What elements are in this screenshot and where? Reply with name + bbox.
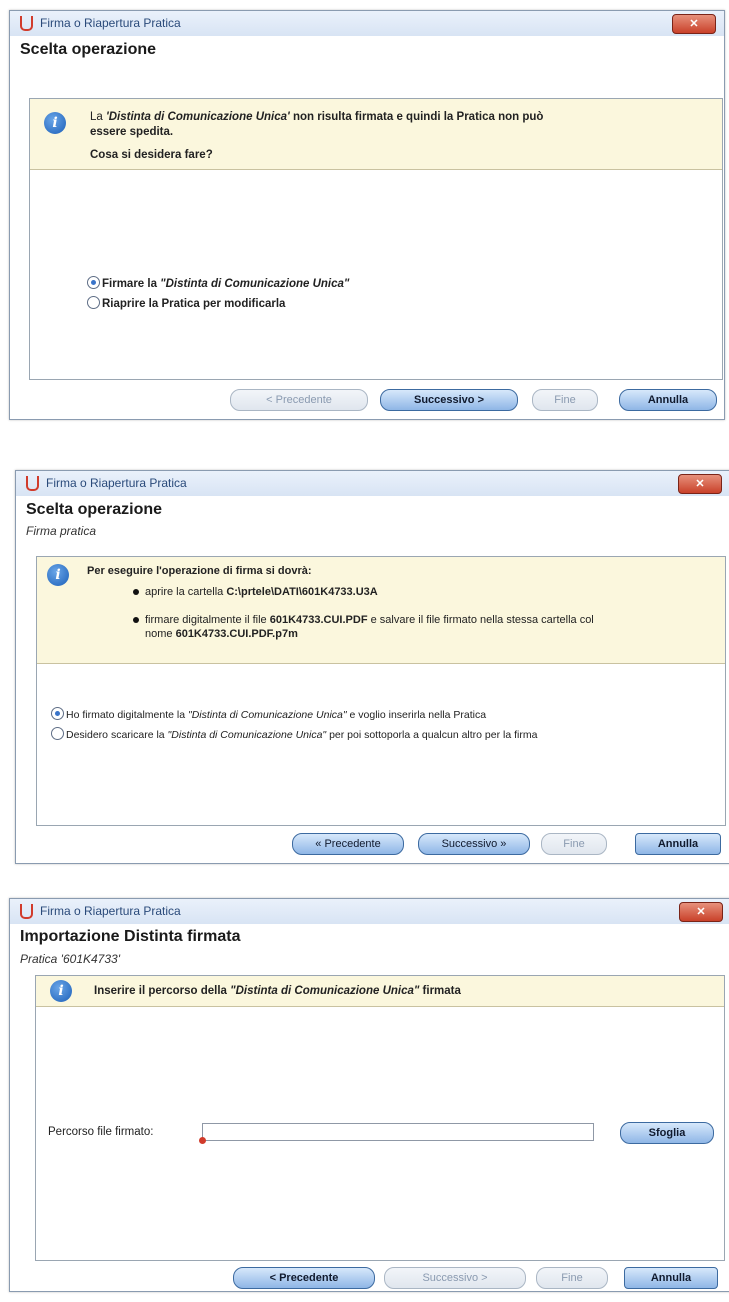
- radio-riaprire[interactable]: Riaprire la Pratica per modificarla: [87, 296, 285, 310]
- window-title: Firma o Riapertura Pratica: [40, 16, 181, 30]
- radio-button-checked[interactable]: [51, 707, 64, 720]
- radio-scaricare[interactable]: Desidero scaricare la "Distinta di Comun…: [51, 727, 537, 741]
- radio-button-checked[interactable]: [87, 276, 100, 289]
- file-path-label: Percorso file firmato:: [48, 1126, 154, 1138]
- info-box: i Per eseguire l'operazione di firma si …: [37, 557, 725, 664]
- file-path-input[interactable]: [202, 1123, 594, 1141]
- info-icon: i: [47, 564, 69, 586]
- close-button[interactable]: ✕: [678, 474, 722, 494]
- info-icon: i: [50, 980, 72, 1002]
- content-panel: i Per eseguire l'operazione di firma si …: [36, 556, 726, 826]
- cancel-button[interactable]: Annulla: [635, 833, 721, 855]
- radio-button[interactable]: [87, 296, 100, 309]
- content-panel: i La 'Distinta di Comunicazione Unica' n…: [29, 98, 723, 380]
- finish-button[interactable]: Fine: [532, 389, 598, 411]
- app-icon: [20, 904, 33, 919]
- title-bar: Firma o Riapertura Pratica ✕: [10, 899, 729, 924]
- close-button[interactable]: ✕: [679, 902, 723, 922]
- step-sign-file: firmare digitalmente il file 601K4733.CU…: [133, 613, 720, 641]
- question-text: Cosa si desidera fare?: [90, 149, 213, 161]
- page-title: Scelta operazione: [26, 501, 163, 518]
- page-title: Importazione Distinta firmata: [20, 928, 241, 945]
- title-bar: Firma o Riapertura Pratica ✕: [16, 471, 729, 496]
- instructions-intro: Per eseguire l'operazione di firma si do…: [87, 565, 312, 577]
- required-field-icon: [199, 1137, 206, 1144]
- window-title: Firma o Riapertura Pratica: [46, 476, 187, 490]
- window-title: Firma o Riapertura Pratica: [40, 904, 181, 918]
- bullet-icon: [133, 589, 139, 595]
- info-box: i Inserire il percorso della "Distinta d…: [36, 976, 724, 1007]
- close-button[interactable]: ✕: [672, 14, 716, 34]
- page-subtitle: Pratica '601K4733': [20, 952, 120, 966]
- content-panel: i Inserire il percorso della "Distinta d…: [35, 975, 725, 1261]
- dialog-scelta-operazione-2: Firma o Riapertura Pratica ✕ Scelta oper…: [15, 470, 729, 864]
- app-icon: [26, 476, 39, 491]
- page-title: Scelta operazione: [20, 41, 157, 58]
- step-open-folder: aprire la cartella C:\prtele\DATI\601K47…: [133, 585, 705, 599]
- previous-button[interactable]: < Precedente: [230, 389, 368, 411]
- finish-button[interactable]: Fine: [536, 1267, 608, 1289]
- radio-button[interactable]: [51, 727, 64, 740]
- info-message: Inserire il percorso della "Distinta di …: [94, 985, 461, 997]
- radio-firmare[interactable]: Firmare la "Distinta di Comunicazione Un…: [87, 276, 349, 290]
- bullet-icon: [133, 617, 139, 623]
- title-bar: Firma o Riapertura Pratica ✕: [10, 11, 724, 36]
- next-button[interactable]: Successivo »: [418, 833, 530, 855]
- previous-button[interactable]: < Precedente: [233, 1267, 375, 1289]
- info-box: i La 'Distinta di Comunicazione Unica' n…: [30, 99, 722, 170]
- info-icon: i: [44, 112, 66, 134]
- next-button[interactable]: Successivo >: [380, 389, 518, 411]
- cancel-button[interactable]: Annulla: [624, 1267, 718, 1289]
- next-button[interactable]: Successivo >: [384, 1267, 526, 1289]
- finish-button[interactable]: Fine: [541, 833, 607, 855]
- dialog-scelta-operazione-1: Firma o Riapertura Pratica ✕ Scelta oper…: [9, 10, 725, 420]
- app-icon: [20, 16, 33, 31]
- cancel-button[interactable]: Annulla: [619, 389, 717, 411]
- radio-ho-firmato[interactable]: Ho firmato digitalmente la "Distinta di …: [51, 707, 486, 721]
- info-message: La 'Distinta di Comunicazione Unica' non…: [90, 111, 544, 138]
- page-subtitle: Firma pratica: [26, 524, 97, 538]
- browse-button[interactable]: Sfoglia: [620, 1122, 714, 1144]
- previous-button[interactable]: « Precedente: [292, 833, 404, 855]
- dialog-importazione-distinta: Firma o Riapertura Pratica ✕ Importazion…: [9, 898, 729, 1292]
